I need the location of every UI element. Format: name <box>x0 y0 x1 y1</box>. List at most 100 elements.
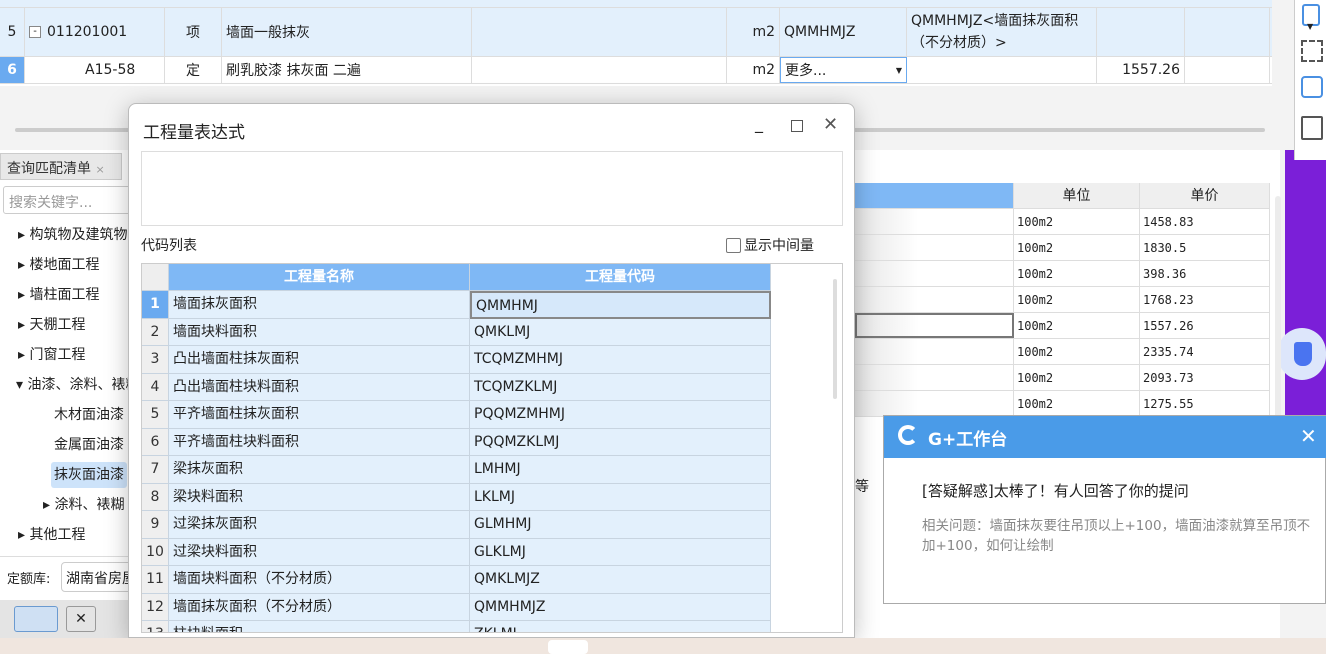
table-row[interactable]: 100m2 1830.5 <box>855 235 1270 261</box>
tree-item[interactable]: ▸ 构筑物及建筑物 <box>18 222 127 248</box>
collapse-icon[interactable]: - <box>29 26 41 38</box>
cell <box>855 235 1014 260</box>
extra-cell <box>1185 57 1270 83</box>
tree-label: 门窗工程 <box>29 347 86 363</box>
row-number: 4 <box>142 373 169 401</box>
table-row[interactable]: 100m2 1557.26 <box>855 313 1270 339</box>
extra-cell <box>1185 8 1270 56</box>
top-grid: 5 -011201001 项 墙面一般抹灰 m2 QMMHMJZ QMMHMJZ… <box>0 0 1272 86</box>
close-icon[interactable]: ✕ <box>823 114 838 135</box>
unit-cell: 100m2 <box>1014 235 1140 260</box>
show-intermediate-checkbox[interactable]: 显示中间量 <box>726 235 814 255</box>
row-number: 9 <box>142 511 169 539</box>
notification-app-name: G+工作台 <box>928 430 1008 450</box>
notification-title: [答疑解惑]太棒了！有人回答了你的提问 <box>922 482 1189 500</box>
cell <box>855 339 1014 364</box>
search-input[interactable]: 搜索关键字... <box>3 186 133 214</box>
checkbox-icon[interactable] <box>726 237 741 253</box>
code-list-row[interactable]: 9 过梁抹灰面积 GLMHMJ <box>142 511 771 539</box>
chevron-down-icon[interactable]: ▼ <box>896 66 902 75</box>
grid-scrollbar[interactable] <box>833 279 837 399</box>
tree-item[interactable]: ▸ 墙柱面工程 <box>18 282 99 308</box>
tree-item[interactable]: 木材面油漆 <box>54 402 124 428</box>
desc-cell <box>472 8 727 56</box>
price-cell: 1557.26 <box>1140 313 1270 338</box>
tree-item-selected[interactable]: 抹灰面油漆 <box>51 462 127 488</box>
quantity-name-cell: 梁抹灰面积 <box>169 456 470 484</box>
tree-item[interactable]: ▸ 其他工程 <box>18 522 85 548</box>
qty-code-cell[interactable]: QMMHMJZ <box>780 8 907 56</box>
row-number: 3 <box>142 346 169 374</box>
table-row[interactable]: 100m2 1768.23 <box>855 287 1270 313</box>
quantity-name-cell: 平齐墙面柱块料面积 <box>169 428 470 456</box>
code-list-row[interactable]: 3 凸出墙面柱抹灰面积 TCQMZMHMJ <box>142 346 771 374</box>
code-list-row[interactable]: 6 平齐墙面柱块料面积 PQQMZKLMJ <box>142 428 771 456</box>
table-row[interactable]: 5 -011201001 项 墙面一般抹灰 m2 QMMHMJZ QMMHMJZ… <box>0 8 1272 57</box>
quantity-code-cell: TCQMZKLMJ <box>470 373 771 401</box>
header-cell <box>855 183 1014 208</box>
code-list-row[interactable]: 13柱块料面积ZKLMJ <box>142 621 771 632</box>
price-cell: 398.36 <box>1140 261 1270 286</box>
tree-item[interactable]: ▾ 油漆、涂料、裱糊 <box>16 372 139 398</box>
code-list-row[interactable]: 7 梁抹灰面积 LMHMJ <box>142 456 771 484</box>
table-row[interactable]: 100m2 2335.74 <box>855 339 1270 365</box>
quantity-code-cell: ZKLMJ <box>470 621 771 632</box>
notification-popup[interactable]: G+工作台 ✕ [答疑解惑]太棒了！有人回答了你的提问 相关问题：墙面抹灰要往吊… <box>883 415 1326 604</box>
list-view-icon[interactable] <box>1301 116 1323 140</box>
tree-label: 油漆、涂料、裱糊 <box>27 377 140 393</box>
code-list-row[interactable]: 12 墙面抹灰面积（不分材质） QMMHMJZ <box>142 593 771 621</box>
maximize-icon[interactable] <box>791 120 803 132</box>
tree-label: 涂料、裱糊 <box>54 497 125 513</box>
code-list-row[interactable]: 8 梁块料面积 LKLMJ <box>142 483 771 511</box>
right-toolbar: ▼ <box>1294 0 1326 160</box>
drawing-toolbar: ✕ <box>0 600 130 638</box>
checkbox-label: 显示中间量 <box>744 238 814 254</box>
code-list-row[interactable]: 1 墙面抹灰面积 QMMHMJ <box>142 291 771 319</box>
table-row[interactable]: 6 A15-58 定 刷乳胶漆 抹灰面 二遍 m2 更多... ▼ 1557.26 <box>0 57 1272 84</box>
unit-cell: 100m2 <box>1014 287 1140 312</box>
close-icon[interactable]: × <box>95 163 104 176</box>
expression-textarea[interactable] <box>141 151 843 226</box>
cell <box>855 365 1014 390</box>
close-icon[interactable]: ✕ <box>1300 424 1317 448</box>
3d-view-icon[interactable] <box>1301 76 1323 98</box>
dialog-title: 工程量表达式 <box>143 123 245 143</box>
price-cell: 2335.74 <box>1140 339 1270 364</box>
name-cell: 墙面一般抹灰 <box>222 8 472 56</box>
tree-item[interactable]: ▸ 天棚工程 <box>18 312 85 338</box>
tree-item[interactable]: ▸ 楼地面工程 <box>18 252 99 278</box>
desc-cell <box>472 57 727 83</box>
table-row[interactable]: 100m2 1458.83 <box>855 209 1270 235</box>
usb-floating-icon[interactable] <box>1278 328 1326 380</box>
fullscreen-icon[interactable] <box>1301 40 1323 62</box>
quantity-name-cell: 梁块料面积 <box>169 483 470 511</box>
expr-cell[interactable] <box>907 57 1097 83</box>
header-price: 单价 <box>1140 183 1270 208</box>
tree-item[interactable]: 金属面油漆 <box>54 432 124 458</box>
code-list-row[interactable]: 11 墙面块料面积（不分材质） QMKLMJZ <box>142 566 771 594</box>
quantity-name-cell: 墙面抹灰面积 <box>169 291 470 319</box>
code-list-row[interactable]: 10 过梁块料面积 GLKLMJ <box>142 538 771 566</box>
partial-cell-text: 等 <box>855 479 869 495</box>
row-number: 1 <box>142 291 169 319</box>
table-row[interactable]: 100m2 2093.73 <box>855 365 1270 391</box>
minimize-icon[interactable]: _ <box>755 114 763 133</box>
quantity-name-cell: 墙面块料面积（不分材质） <box>169 566 470 594</box>
chevron-down-icon[interactable]: ▼ <box>1307 22 1313 31</box>
gplus-logo-icon <box>898 425 918 445</box>
tree-item[interactable]: ▸ 涂料、裱糊 <box>43 492 124 518</box>
delete-tool-button[interactable]: ✕ <box>66 606 96 632</box>
taskbar-app-icon[interactable] <box>548 640 588 654</box>
tab-label: 查询匹配清单 <box>7 161 91 177</box>
expr-cell[interactable]: QMMHMJZ<墙面抹灰面积（不分材质）> <box>907 8 1097 56</box>
code-list-row[interactable]: 2 墙面块料面积 QMKLMJ <box>142 318 771 346</box>
corner-cell <box>142 264 169 291</box>
tab-query-match[interactable]: 查询匹配清单 × <box>0 153 122 180</box>
rectangle-tool-button[interactable] <box>14 606 58 632</box>
qty-code-dropdown[interactable]: 更多... ▼ <box>780 57 907 83</box>
table-row[interactable]: 100m2 398.36 <box>855 261 1270 287</box>
code-list-row[interactable]: 5 平齐墙面柱抹灰面积 PQQMZMHMJ <box>142 401 771 429</box>
tree-item[interactable]: ▸ 门窗工程 <box>18 342 85 368</box>
table-row[interactable]: 100m2 1275.55 <box>855 391 1270 417</box>
code-list-row[interactable]: 4 凸出墙面柱块料面积 TCQMZKLMJ <box>142 373 771 401</box>
